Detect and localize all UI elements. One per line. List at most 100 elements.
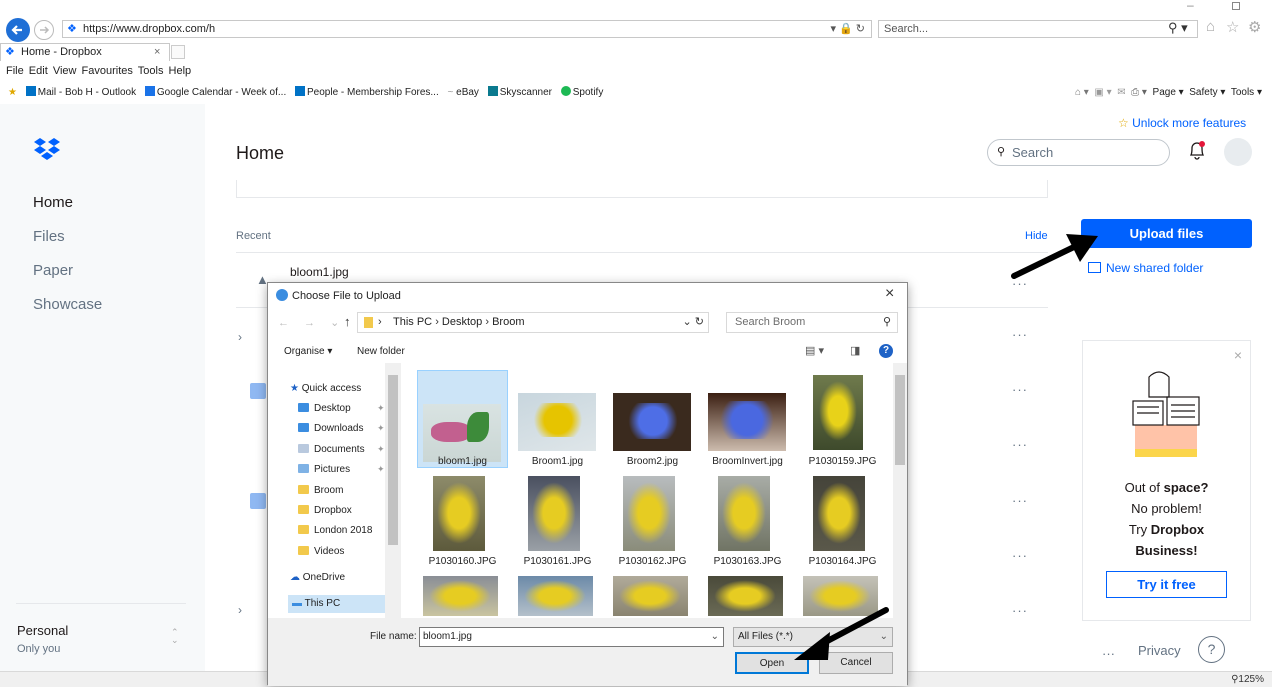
breadcrumb-desktop[interactable]: Desktop <box>442 316 482 328</box>
row-more-options-icon[interactable]: ··· <box>1012 603 1028 618</box>
row-expand-chevron-icon[interactable]: › <box>238 330 242 344</box>
tree-onedrive[interactable]: ☁ OneDrive <box>290 572 345 583</box>
thumbnail-p1030159[interactable] <box>813 375 863 450</box>
tree-item-desktop[interactable]: Desktop <box>298 403 351 414</box>
tree-item-dropbox[interactable]: Dropbox <box>298 505 352 516</box>
page-menu[interactable]: Page ▾ <box>1153 87 1184 98</box>
unlock-features-link[interactable]: ☆ Unlock more features <box>1118 116 1246 130</box>
print-icon[interactable]: ⎙ ▾ <box>1131 87 1147 98</box>
dialog-search-input[interactable]: Search Broom ⚲ <box>726 312 898 333</box>
file-grid-scrollbar[interactable] <box>893 363 907 618</box>
breadcrumb-dropdown-refresh-icons[interactable]: ⌄ ↻ <box>683 313 705 332</box>
fav-outlook[interactable]: Mail - Bob H - Outlook <box>25 84 136 102</box>
tree-item-downloads[interactable]: Downloads <box>298 423 363 434</box>
row-more-options-icon[interactable]: ··· <box>1012 493 1028 508</box>
dialog-close-icon[interactable]: × <box>885 285 894 303</box>
fav-people[interactable]: People - Membership Fores... <box>295 84 439 102</box>
new-shared-folder-link[interactable]: New shared folder <box>1088 261 1203 275</box>
browser-tab[interactable]: ❖ Home - Dropbox × <box>0 43 170 61</box>
back-button[interactable] <box>6 18 30 42</box>
thumbnail-p1030164[interactable] <box>813 476 865 551</box>
fav-ebay[interactable]: ~ eBay <box>448 84 479 102</box>
menu-edit[interactable]: Edit <box>29 65 48 77</box>
mail-icon[interactable]: ✉ <box>1117 87 1125 98</box>
menu-tools[interactable]: Tools <box>138 65 164 77</box>
address-actions-icons[interactable]: ▾ 🔒 ↻ <box>830 21 865 37</box>
tree-item-documents[interactable]: Documents <box>298 444 365 455</box>
view-options-icon[interactable]: ▤ ▾ <box>805 344 824 357</box>
dialog-breadcrumb[interactable]: › This PC › Desktop › Broom ⌄ ↻ <box>357 312 709 333</box>
window-minimize-icon[interactable]: – <box>1187 0 1194 12</box>
fav-spotify[interactable]: Spotify <box>560 84 603 102</box>
favourites-star-add-icon[interactable]: ★ <box>8 84 17 102</box>
tree-item-pictures[interactable]: Pictures <box>298 464 350 475</box>
file-name-input[interactable]: bloom1.jpg ⌄ <box>419 627 724 647</box>
tools-menu[interactable]: Tools ▾ <box>1231 87 1262 98</box>
breadcrumb-broom[interactable]: Broom <box>492 316 524 328</box>
thumbnail-row3-2[interactable] <box>518 576 593 616</box>
pin-icon[interactable]: ✦ <box>377 444 385 455</box>
sidebar-item-showcase[interactable]: Showcase <box>33 296 102 313</box>
dialog-up-icon[interactable]: ↑ <box>344 314 351 329</box>
sidebar-item-paper[interactable]: Paper <box>33 262 73 279</box>
search-magnifier-icon[interactable]: ⚲ ▾ <box>1168 20 1188 36</box>
organise-menu[interactable]: Organise ▾ <box>284 346 332 357</box>
sidebar-item-home[interactable]: Home <box>33 194 73 211</box>
tab-close-icon[interactable]: × <box>154 44 160 60</box>
privacy-link[interactable]: Privacy <box>1138 643 1181 658</box>
notification-bell-icon[interactable] <box>1187 140 1207 162</box>
tree-item-videos[interactable]: Videos <box>298 546 344 557</box>
forward-button[interactable] <box>34 20 54 40</box>
dropbox-search-input[interactable]: ⚲ Search <box>987 139 1170 166</box>
menu-help[interactable]: Help <box>169 65 192 77</box>
file-name-dropdown-icon[interactable]: ⌄ <box>711 628 719 646</box>
upload-files-button[interactable]: Upload files <box>1081 219 1252 248</box>
dialog-help-icon[interactable]: ? <box>879 344 893 358</box>
row-more-options-icon[interactable]: ··· <box>1012 382 1028 397</box>
row-more-options-icon[interactable]: ··· <box>1012 327 1028 342</box>
footer-more-icon[interactable]: ··· <box>1102 646 1115 661</box>
row-more-options-icon[interactable]: ··· <box>1012 437 1028 452</box>
thumbnail-broom1[interactable] <box>518 393 596 451</box>
pin-icon[interactable]: ✦ <box>377 464 385 475</box>
thumbnail-p1030162[interactable] <box>623 476 675 551</box>
favourites-star-icon[interactable]: ☆ <box>1226 18 1239 36</box>
menu-view[interactable]: View <box>53 65 77 77</box>
window-maximize-icon[interactable] <box>1232 2 1240 10</box>
thumbnail-broominvert[interactable] <box>708 393 786 451</box>
feeds-icon[interactable]: ▣ ▾ <box>1094 87 1111 98</box>
new-folder-button[interactable]: New folder <box>357 346 405 357</box>
sidebar-item-files[interactable]: Files <box>33 228 65 245</box>
thumbnail-bloom1[interactable] <box>423 404 501 462</box>
thumbnail-p1030163[interactable] <box>718 476 770 551</box>
thumbnail-p1030160[interactable] <box>433 476 485 551</box>
file-grid-scroll-thumb[interactable] <box>895 375 905 465</box>
home-icon[interactable]: ⌂ <box>1206 18 1215 35</box>
nav-pane-scrollbar[interactable] <box>385 363 401 618</box>
fav-skyscanner[interactable]: Skyscanner <box>487 84 552 102</box>
pin-icon[interactable]: ✦ <box>377 423 385 434</box>
settings-gear-icon[interactable]: ⚙ <box>1248 18 1261 36</box>
home-command-icon[interactable]: ⌂ ▾ <box>1075 87 1089 98</box>
account-title[interactable]: Personal <box>17 623 68 638</box>
menu-file[interactable]: File <box>6 65 24 77</box>
account-switcher-chevron-icon[interactable]: ⌃ ⌄ <box>171 628 179 645</box>
tree-item-london-2018[interactable]: London 2018 <box>298 525 372 536</box>
thumbnail-p1030161[interactable] <box>528 476 580 551</box>
safety-menu[interactable]: Safety ▾ <box>1189 87 1225 98</box>
row-expand-chevron-icon[interactable]: › <box>238 603 242 617</box>
thumbnail-row3-1[interactable] <box>423 576 498 616</box>
dialog-nav-back-forward-icons[interactable]: ← → ⌄ <box>278 316 345 329</box>
recent-file-name[interactable]: bloom1.jpg <box>290 265 349 279</box>
thumbnail-row3-3[interactable] <box>613 576 688 616</box>
browser-search-box[interactable]: Search... <box>878 20 1198 38</box>
row-more-options-icon[interactable]: ··· <box>1012 548 1028 563</box>
tree-this-pc[interactable]: ▬ This PC <box>288 595 400 613</box>
help-button[interactable]: ? <box>1198 636 1225 663</box>
zoom-level[interactable]: ⚲125% <box>1231 674 1264 685</box>
thumbnail-broom2[interactable] <box>613 393 691 451</box>
dropbox-logo-icon[interactable] <box>33 137 63 163</box>
menu-favourites[interactable]: Favourites <box>82 65 133 77</box>
fav-google-calendar[interactable]: Google Calendar - Week of... <box>144 84 286 102</box>
new-tab-button[interactable] <box>171 45 185 59</box>
